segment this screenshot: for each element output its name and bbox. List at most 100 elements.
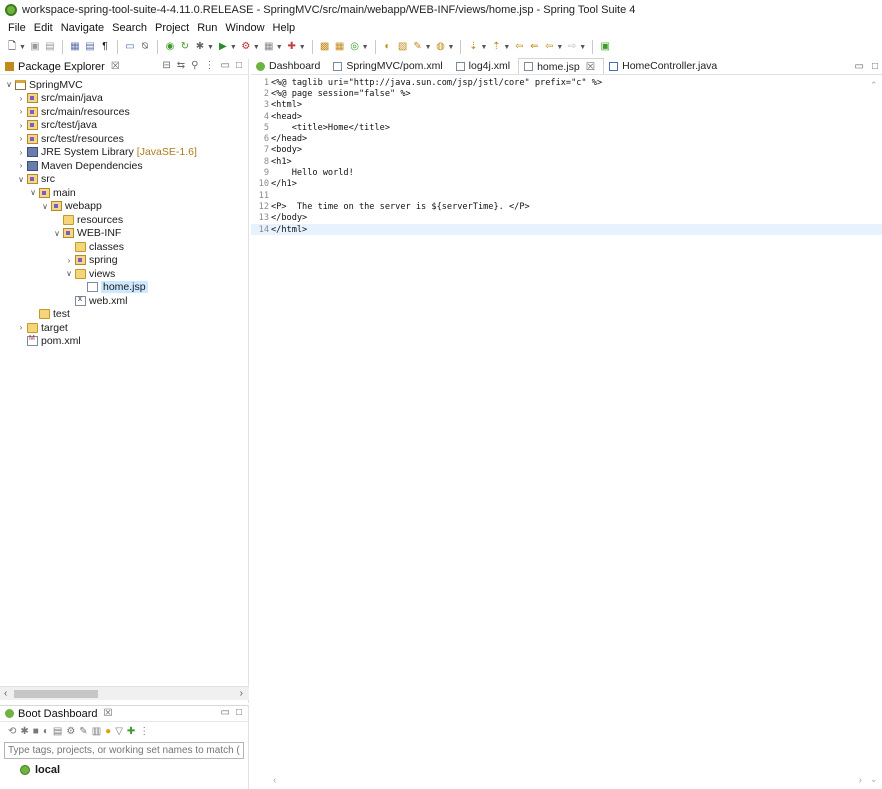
boot-icon[interactable]: ◉ xyxy=(164,41,176,53)
tree-item[interactable]: › Maven Dependencies xyxy=(0,159,248,173)
external-tools-icon[interactable]: ⚙ xyxy=(240,41,252,53)
tree-item[interactable]: web.xml xyxy=(0,294,248,308)
close-icon[interactable]: ☒ xyxy=(104,708,113,719)
forward-icon[interactable]: ⇨ xyxy=(566,41,578,53)
build-icon[interactable]: ▦ xyxy=(69,41,81,53)
chevron-right-icon[interactable]: › xyxy=(64,256,74,265)
code-line[interactable]: 11 xyxy=(251,190,882,201)
skip-breakpoints-icon[interactable]: ⍉ xyxy=(139,41,151,53)
tree-item[interactable]: ∨ main xyxy=(0,186,248,200)
annotation-prev-icon[interactable]: ⇡ xyxy=(490,41,502,53)
open-task-icon[interactable]: ▧ xyxy=(397,41,409,53)
new-class-icon[interactable]: ▦ xyxy=(334,41,346,53)
dropdown-arrow-icon[interactable]: ▼ xyxy=(207,44,214,51)
paragraph-icon[interactable]: ¶ xyxy=(99,41,111,53)
tree-item[interactable]: test xyxy=(0,308,248,322)
dropdown-arrow-icon[interactable]: ▼ xyxy=(19,44,26,51)
chevron-right-icon[interactable]: › xyxy=(16,134,26,143)
view-menu-icon[interactable]: ⋮ xyxy=(205,60,215,71)
collapse-all-icon[interactable]: ⊟ xyxy=(162,60,170,71)
scroll-right-icon[interactable]: › xyxy=(859,775,862,786)
code-line[interactable]: 13 </body> xyxy=(251,213,882,224)
dropdown-arrow-icon[interactable]: ▼ xyxy=(299,44,306,51)
dropdown-arrow-icon[interactable]: ▼ xyxy=(448,44,455,51)
chevron-right-icon[interactable]: › xyxy=(16,323,26,332)
chevron-down-icon[interactable]: ∨ xyxy=(4,80,14,89)
chevron-down-icon[interactable]: ∨ xyxy=(52,229,62,238)
tree-item[interactable]: resources xyxy=(0,213,248,227)
close-icon[interactable]: ☒ xyxy=(586,61,595,73)
code-line[interactable]: 6 </head> xyxy=(251,133,882,144)
scroll-down-icon[interactable]: ⌄ xyxy=(870,774,878,785)
tree-item[interactable]: pom.xml xyxy=(0,335,248,349)
close-icon[interactable]: ☒ xyxy=(111,61,120,72)
bulb-icon[interactable]: ● xyxy=(105,726,111,737)
maximize-icon[interactable]: □ xyxy=(872,61,878,72)
tab-springmvc-pom-xml[interactable]: SpringMVC/pom.xml xyxy=(328,58,450,74)
horizontal-scrollbar[interactable]: ‹ › xyxy=(0,686,249,700)
tree-item[interactable]: ∨ SpringMVC xyxy=(0,78,248,92)
code-line[interactable]: 8 <h1> xyxy=(251,156,882,167)
new-package-icon[interactable]: ▩ xyxy=(319,41,331,53)
tree-item[interactable]: › src/main/resources xyxy=(0,105,248,119)
dropdown-arrow-icon[interactable]: ▼ xyxy=(425,44,432,51)
maximize-icon[interactable]: □ xyxy=(236,707,242,718)
code-line[interactable]: 12 <P> The time on the server is ${server… xyxy=(251,201,882,212)
menu-window[interactable]: Window xyxy=(221,22,268,34)
menu-run[interactable]: Run xyxy=(193,22,221,34)
dropdown-arrow-icon[interactable]: ▼ xyxy=(230,44,237,51)
filters-icon[interactable]: ⚲ xyxy=(191,60,198,71)
stop-icon[interactable]: ■ xyxy=(33,726,39,737)
tab-dashboard[interactable]: Dashboard xyxy=(251,58,328,74)
chevron-down-icon[interactable]: ∨ xyxy=(64,269,74,278)
tree-item[interactable]: home.jsp xyxy=(0,281,248,295)
dropdown-arrow-icon[interactable]: ▼ xyxy=(362,44,369,51)
chevron-down-icon[interactable]: ∨ xyxy=(16,175,26,184)
filter-icon[interactable]: ▽ xyxy=(115,726,123,737)
dropdown-arrow-icon[interactable]: ▼ xyxy=(253,44,260,51)
tree-item[interactable]: › src/main/java xyxy=(0,92,248,106)
open-browser-icon[interactable]: ◐ xyxy=(43,726,49,737)
boot-filter-input[interactable] xyxy=(4,742,244,759)
scroll-left-icon[interactable]: ‹ xyxy=(4,687,7,701)
chevron-right-icon[interactable]: › xyxy=(16,121,26,130)
package-explorer-title[interactable]: Package Explorer xyxy=(18,61,105,73)
code-line[interactable]: 2 <%@ page session="false" %> xyxy=(251,88,882,99)
pen-icon[interactable]: ✎ xyxy=(412,41,424,53)
scrollbar-thumb[interactable] xyxy=(14,690,98,698)
chevron-right-icon[interactable]: › xyxy=(16,107,26,116)
chevron-down-icon[interactable]: ∨ xyxy=(40,202,50,211)
boot-local-item[interactable]: local xyxy=(0,764,248,776)
minimize-icon[interactable]: ▭ xyxy=(855,61,864,72)
last-edit-icon[interactable]: ⇦ xyxy=(513,41,525,53)
code-line[interactable]: 4 <head> xyxy=(251,111,882,122)
tree-item[interactable]: › src/test/java xyxy=(0,119,248,133)
scroll-up-icon[interactable]: ⌃ xyxy=(870,80,878,91)
dropdown-arrow-icon[interactable]: ▼ xyxy=(503,44,510,51)
code-line[interactable]: 7 <body> xyxy=(251,145,882,156)
annotation-next-icon[interactable]: ⇣ xyxy=(467,41,479,53)
code-editor[interactable]: 1 <%@ taglib uri="http://java.sun.com/jsp… xyxy=(251,75,882,236)
code-line[interactable]: 3 <html> xyxy=(251,100,882,111)
code-line[interactable]: 9 Hello world! xyxy=(251,167,882,178)
run-icon[interactable]: ▶ xyxy=(217,41,229,53)
vertical-scrollbar[interactable]: ⌃ ⌄ xyxy=(866,76,882,789)
minimize-icon[interactable]: ▭ xyxy=(221,707,230,718)
debug-icon[interactable]: ✱ xyxy=(194,41,206,53)
search-icon[interactable]: ◍ xyxy=(435,41,447,53)
back-nav-icon[interactable]: ⇦ xyxy=(543,41,555,53)
menu-help[interactable]: Help xyxy=(269,22,300,34)
tree-item[interactable]: › src/test/resources xyxy=(0,132,248,146)
chevron-right-icon[interactable]: › xyxy=(16,148,26,157)
console-icon[interactable]: ▭ xyxy=(124,41,136,53)
new-java-icon[interactable]: ✚ xyxy=(286,41,298,53)
edit-icon[interactable]: ✎ xyxy=(79,726,87,737)
open-perspective-icon[interactable]: ▣ xyxy=(599,41,611,53)
terminal-icon[interactable]: ▤ xyxy=(84,41,96,53)
restart-icon[interactable]: ⟲ xyxy=(8,726,16,737)
menu-edit[interactable]: Edit xyxy=(30,22,57,34)
chevron-down-icon[interactable]: ∨ xyxy=(28,188,38,197)
coverage-icon[interactable]: ▦ xyxy=(263,41,275,53)
boot-dashboard-title[interactable]: Boot Dashboard xyxy=(18,708,98,720)
tree-item[interactable]: ∨ webapp xyxy=(0,200,248,214)
